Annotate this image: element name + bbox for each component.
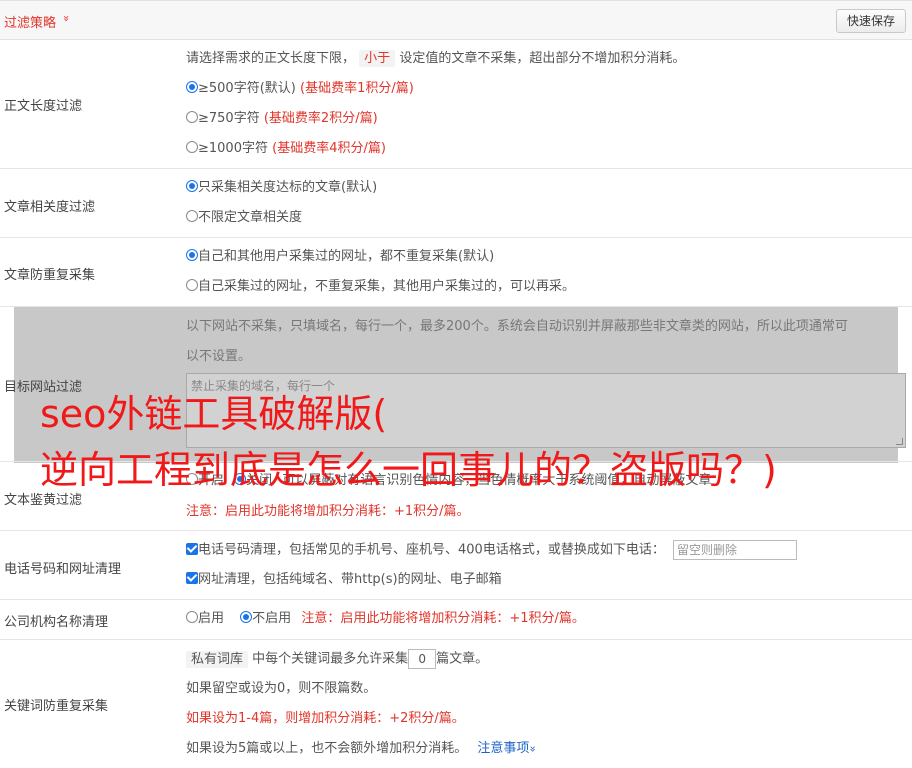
phone-clean-option[interactable]: 电话号码清理，包括常见的手机号、座机号、400电话格式，或替换成如下电话： 留空… xyxy=(186,540,797,561)
watermark-line-1: seo外链工具破解版( xyxy=(40,392,388,436)
row-length-filter: 正文长度过滤 请选择需求的正文长度下限， 小于 设定值的文章不采集，超出部分不增… xyxy=(0,40,912,169)
row-company-filter: 公司机构名称清理 启用 不启用 注意：启用此功能将增加积分消耗：+1积分/篇。 xyxy=(0,600,912,640)
row-label: 电话号码和网址清理 xyxy=(4,562,122,577)
site-filter-desc-2: 以不设置。 xyxy=(186,349,252,364)
radio-button[interactable] xyxy=(186,611,198,623)
dedup-option-all[interactable]: 自己和其他用户采集过的网址，都不重复采集(默认) xyxy=(186,247,494,267)
keyword-line-2: 如果留空或设为0，则不限篇数。 xyxy=(186,681,377,696)
chevron-down-icon[interactable]: » xyxy=(60,15,73,22)
radio-button[interactable] xyxy=(186,210,198,222)
radio-button[interactable] xyxy=(186,141,198,153)
keyword-limit-line: 私有词库 中每个关键词最多允许采集 0 篇文章。 xyxy=(186,649,488,670)
checkbox[interactable] xyxy=(186,542,198,555)
row-keyword-dedup: 关键词防重复采集 私有词库 中每个关键词最多允许采集 0 篇文章。 如果留空或设为0… xyxy=(0,640,912,768)
porn-filter-note: 注意：启用此功能将增加积分消耗：+1积分/篇。 xyxy=(186,504,470,519)
row-label: 文章相关度过滤 xyxy=(4,200,96,215)
replacement-phone-input[interactable]: 留空则删除 xyxy=(672,540,797,560)
length-option-750[interactable]: ≥750字符 (基础费率2积分/篇) xyxy=(186,109,378,129)
less-than-tag: 小于 xyxy=(359,50,396,67)
private-lexicon-tag[interactable]: 私有词库 xyxy=(186,650,249,668)
radio-button[interactable] xyxy=(186,180,198,192)
radio-button[interactable] xyxy=(186,249,198,261)
filter-header: 过滤策略 » 快速保存 xyxy=(0,0,912,40)
site-filter-desc-1: 以下网站不采集，只填域名，每行一个，最多200个。系统会自动识别并屏蔽那些非文章… xyxy=(186,319,848,334)
company-filter-options: 启用 不启用 注意：启用此功能将增加积分消耗：+1积分/篇。 xyxy=(186,609,585,629)
keyword-limit-input[interactable]: 0 xyxy=(408,649,437,669)
textarea-placeholder: 禁止采集的域名，每行一个 xyxy=(191,379,336,393)
row-phone-url: 电话号码和网址清理 电话号码清理，包括常见的手机号、座机号、400电话格式，或替… xyxy=(0,531,912,600)
relevance-option-unlimited[interactable]: 不限定文章相关度 xyxy=(186,208,302,228)
row-label: 公司机构名称清理 xyxy=(4,615,109,630)
filter-header-title[interactable]: 过滤策略 xyxy=(4,12,56,31)
relevance-option-qualified[interactable]: 只采集相关度达标的文章(默认) xyxy=(186,178,377,198)
row-label: 文章防重复采集 xyxy=(4,268,96,283)
radio-button[interactable] xyxy=(186,81,198,93)
radio-button[interactable] xyxy=(240,611,253,623)
checkbox[interactable] xyxy=(186,572,198,584)
dedup-option-self[interactable]: 自己采集过的网址，不重复采集，其他用户采集过的，可以再采。 xyxy=(186,277,575,297)
row-relevance-filter: 文章相关度过滤 只采集相关度达标的文章(默认) 不限定文章相关度 xyxy=(0,169,912,238)
length-option-1000[interactable]: ≥1000字符 (基础费率4积分/篇) xyxy=(186,139,386,159)
quick-save-button[interactable]: 快速保存 xyxy=(836,9,906,33)
row-label: 关键词防重复采集 xyxy=(4,699,109,714)
watermark-line-2: 逆向工程到底是怎么一回事儿的？盗版吗？) xyxy=(40,448,777,492)
url-clean-option[interactable]: 网址清理，包括纯域名、带http(s)的网址、电子邮箱 xyxy=(186,570,502,590)
resize-handle-icon[interactable] xyxy=(896,438,903,445)
keyword-line-3: 如果设为1-4篇，则增加积分消耗：+2积分/篇。 xyxy=(186,711,465,726)
row-dedup: 文章防重复采集 自己和其他用户采集过的网址，都不重复采集(默认) 自己采集过的网… xyxy=(0,238,912,307)
chevron-down-icon[interactable]: » xyxy=(523,746,543,753)
radio-button[interactable] xyxy=(186,111,198,123)
length-description: 请选择需求的正文长度下限， 小于 设定值的文章不采集，超出部分不增加积分消耗。 xyxy=(186,50,686,67)
radio-button[interactable] xyxy=(186,279,198,291)
keyword-line-4: 如果设为5篇或以上，也不会额外增加积分消耗。 注意事项» xyxy=(186,739,540,759)
length-option-500[interactable]: ≥500字符(默认) (基础费率1积分/篇) xyxy=(186,79,414,99)
row-label: 正文长度过滤 xyxy=(4,99,83,114)
